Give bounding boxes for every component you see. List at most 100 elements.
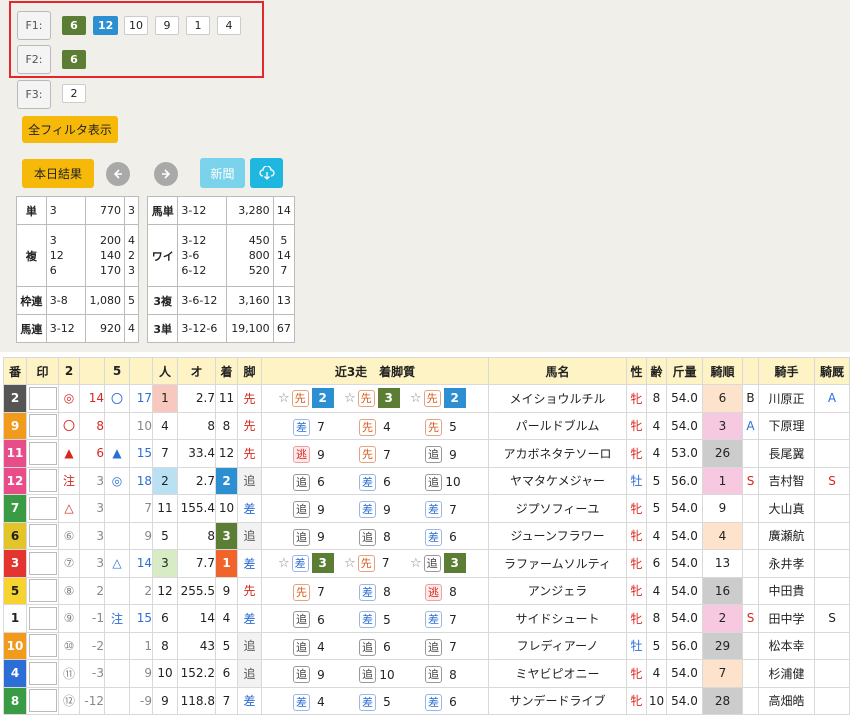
cloud-download-icon[interactable] — [250, 158, 283, 188]
horse-name[interactable]: サイドシュート — [488, 604, 627, 633]
jockey-name[interactable]: 下原理 — [758, 411, 815, 440]
mark-input[interactable] — [28, 634, 57, 658]
column-header[interactable] — [129, 357, 153, 385]
table-row[interactable]: 3 ⑦ 3 △ 14 3 7.7 1 差 ☆ 差 3 ☆ 先 7 ☆ 追 3 ラファームソルティ牝 6 54.0 13 永井… — [3, 549, 850, 578]
table-row[interactable]: 1 ⑨ -1 注 15 6 14 4 差追 6 差 5 差 7 サイドシュート牝 8 54.0 2 S 田中学 S — [3, 604, 850, 633]
column-header[interactable]: 斤量 — [666, 357, 703, 385]
column-header[interactable]: 騎順 — [702, 357, 743, 385]
mark-cell[interactable] — [26, 384, 59, 413]
filter-f1-chip[interactable]: 9 — [155, 16, 179, 35]
jockey-name[interactable]: 永井孝 — [758, 549, 815, 578]
filter-f1-chip[interactable]: 1 — [186, 16, 210, 35]
table-row[interactable]: 7 △ 3 7 11 155.4 10 差追 9 差 9 差 7 ジプソフィーユ牝 5 54.0 9 大山真 — [3, 494, 850, 523]
column-header[interactable]: 騎厩 — [814, 357, 850, 385]
mark-input[interactable] — [28, 579, 57, 603]
jockey-name[interactable]: 廣瀬航 — [758, 521, 815, 550]
column-header[interactable]: 脚 — [237, 357, 262, 385]
filter-f1-chip[interactable]: 4 — [217, 16, 241, 35]
table-row[interactable]: 9 〇 8 10 4 8 8 先差 7 先 4 先 5 パールドブルム牝 4 54.0 3 A 下原理 — [3, 411, 850, 440]
jockey-name[interactable]: 長尾翼 — [758, 439, 815, 468]
horse-name[interactable]: アンジェラ — [488, 576, 627, 605]
mark-cell[interactable] — [26, 659, 59, 688]
mark-input[interactable] — [28, 414, 57, 438]
news-button[interactable]: 新聞 — [200, 158, 245, 188]
table-row[interactable]: 12 注 3 ◎ 18 2 2.7 2 追追 6 差 6 追 10 ヤマタケメジャー牡 5 56.0 1 S 吉村智 S — [3, 466, 850, 495]
horse-name[interactable]: ヤマタケメジャー — [488, 466, 627, 495]
show-all-filters-button[interactable]: 全フィルタ表示 — [22, 116, 118, 143]
mark-input[interactable] — [28, 606, 57, 630]
table-row[interactable]: 5 ⑧ 2 2 12 255.5 9 先先 7 差 8 逃 8 アンジェラ牝 4 54.0 16 中田貴 — [3, 576, 850, 605]
mark-input[interactable] — [28, 496, 57, 520]
jockey-name[interactable]: 中田貴 — [758, 576, 815, 605]
table-row[interactable]: 8 ⑫ -12 -9 9 118.8 7 差差 4 差 5 差 6 サンデードライブ牝 10 54.0 28 高畑… — [3, 686, 850, 715]
column-header[interactable]: 近3走 着脚質 — [261, 357, 489, 385]
filter-f2-button[interactable]: F2: — [17, 45, 51, 74]
filter-f3-button[interactable]: F3: — [17, 80, 51, 109]
horse-name[interactable]: ミヤビピオニー — [488, 659, 627, 688]
column-header[interactable]: 印 — [26, 357, 59, 385]
mark-cell[interactable] — [26, 439, 59, 468]
payout-value: 14 — [276, 204, 291, 217]
table-row[interactable]: 2 ◎ 14 〇 17 1 2.7 11 先 ☆ 先 2 ☆ 先 3 ☆ 先 2 メイショウルチル牝 8 54.0 6 B 川… — [3, 384, 850, 413]
table-row[interactable]: 6 ⑥ 3 9 5 8 3 追追 9 追 8 差 6 ジューンフラワー牝 4 54.0 4 廣瀬航 — [3, 521, 850, 550]
recent-run: 追6 — [276, 473, 342, 491]
filter-f3-chip[interactable]: 2 — [62, 84, 86, 103]
jockey-name[interactable]: 田中学 — [758, 604, 815, 633]
table-row[interactable]: 11 ▲ 6 ▲ 15 7 33.4 12 先逃 9 先 7 追 9 アカボネタテソーロ牝 4 53.0 26 長尾… — [3, 439, 850, 468]
mark-cell[interactable] — [26, 494, 59, 523]
column-header[interactable] — [79, 357, 105, 385]
mark-input[interactable] — [28, 469, 57, 493]
column-header[interactable] — [742, 357, 759, 385]
mark-cell[interactable] — [26, 631, 59, 660]
column-header[interactable]: 馬名 — [488, 357, 627, 385]
mark-cell[interactable] — [26, 466, 59, 495]
horse-name[interactable]: メイショウルチル — [488, 384, 627, 413]
jockey-name[interactable]: 大山真 — [758, 494, 815, 523]
today-results-button[interactable]: 本日結果 — [22, 159, 94, 188]
jockey-name[interactable]: 川原正 — [758, 384, 815, 413]
jockey-name[interactable]: 吉村智 — [758, 466, 815, 495]
horse-name[interactable]: ラファームソルティ — [488, 549, 627, 578]
mark-cell[interactable] — [26, 604, 59, 633]
table-row[interactable]: 4 ⑪ -3 9 10 152.2 6 追追 9 追 10 追 8 ミヤビピオニー牝 4 54.0 7 杉浦健 — [3, 659, 850, 688]
mark-cell[interactable] — [26, 576, 59, 605]
table-row[interactable]: 10 ⑩ -2 1 8 43 5 追追 4 追 6 追 7 フレディアーノ牡 5 56.0 29 松本幸 — [3, 631, 850, 660]
column-header[interactable]: 齢 — [646, 357, 667, 385]
horse-name[interactable]: アカボネタテソーロ — [488, 439, 627, 468]
mark-input[interactable] — [28, 551, 57, 575]
mark-input[interactable] — [28, 661, 57, 685]
mark-cell[interactable] — [26, 549, 59, 578]
mark-input[interactable] — [28, 386, 57, 410]
filter-f1-chip[interactable]: 10 — [124, 16, 148, 35]
column-header[interactable]: 番 — [3, 357, 27, 385]
recent-style-badge: 追 — [425, 638, 442, 656]
jockey-name[interactable]: 杉浦健 — [758, 659, 815, 688]
mark-cell[interactable] — [26, 411, 59, 440]
column-header[interactable]: 騎手 — [758, 357, 815, 385]
filter-f1-chip[interactable]: 6 — [62, 16, 86, 35]
horse-name[interactable]: ジューンフラワー — [488, 521, 627, 550]
horse-name[interactable]: ジプソフィーユ — [488, 494, 627, 523]
mark-cell[interactable] — [26, 686, 59, 715]
column-header[interactable]: 2 — [58, 357, 80, 385]
mark-input[interactable] — [28, 524, 57, 548]
horse-name[interactable]: フレディアーノ — [488, 631, 627, 660]
filter-f2-chip[interactable]: 6 — [62, 50, 86, 69]
mark-input[interactable] — [28, 689, 57, 713]
filter-f1-chip[interactable]: 12 — [93, 16, 119, 35]
mark-input[interactable] — [28, 441, 57, 465]
mark-cell[interactable] — [26, 521, 59, 550]
column-header[interactable]: 人 — [152, 357, 178, 385]
column-header[interactable]: 着 — [215, 357, 238, 385]
arrow-right-icon[interactable] — [154, 162, 178, 186]
filter-f1-button[interactable]: F1: — [17, 11, 51, 40]
jockey-name[interactable]: 松本幸 — [758, 631, 815, 660]
column-header[interactable]: 性 — [626, 357, 647, 385]
age: 8 — [646, 384, 667, 413]
column-header[interactable]: 5 — [104, 357, 130, 385]
horse-name[interactable]: サンデードライブ — [488, 686, 627, 715]
column-header[interactable]: オ — [177, 357, 216, 385]
arrow-left-icon[interactable] — [106, 162, 130, 186]
jockey-name[interactable]: 高畑皓 — [758, 686, 815, 715]
horse-name[interactable]: パールドブルム — [488, 411, 627, 440]
